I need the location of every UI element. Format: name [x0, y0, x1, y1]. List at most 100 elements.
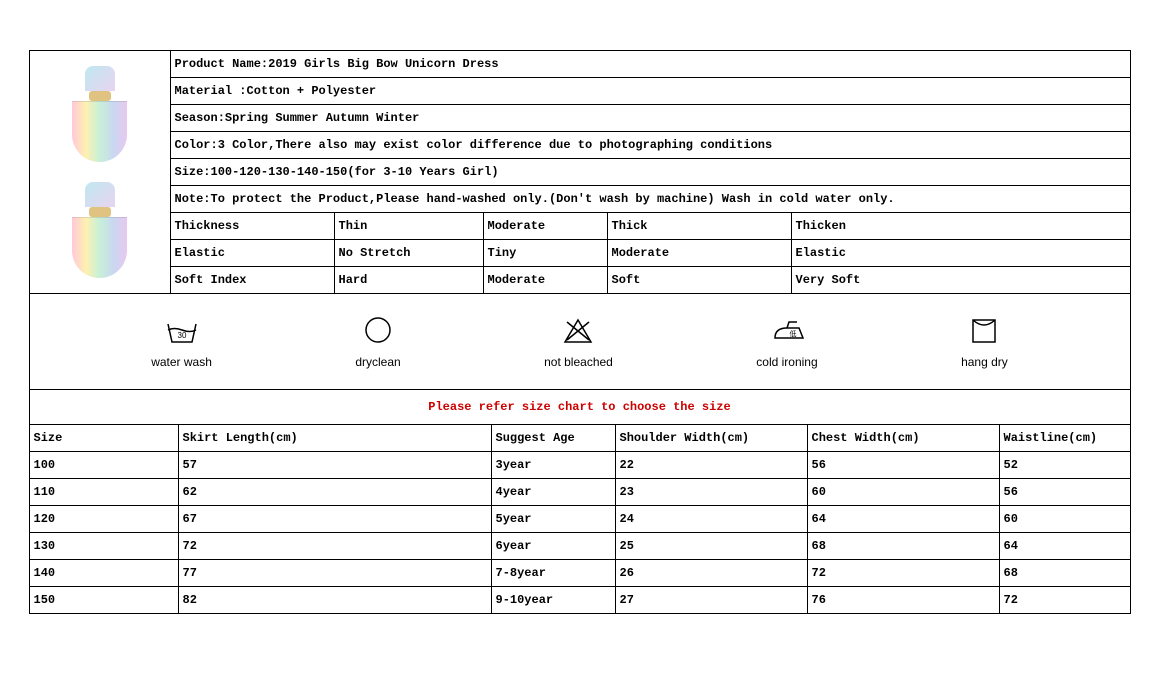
product-info: Product Name:2019 Girls Big Bow Unicorn … — [171, 51, 1130, 293]
size-value: 130 — [30, 533, 179, 559]
attr-value: Thicken — [792, 213, 1130, 239]
hang-icon — [969, 316, 999, 349]
dress-image-2 — [72, 173, 127, 288]
header-waist: Waistline(cm) — [1000, 425, 1130, 451]
waist-value: 72 — [1000, 587, 1130, 613]
size-row: 100573year225652 — [30, 452, 1130, 479]
shoulder-value: 26 — [616, 560, 808, 586]
chest-value: 56 — [808, 452, 1000, 478]
top-section: Product Name:2019 Girls Big Bow Unicorn … — [30, 51, 1130, 294]
attr-value: Tiny — [484, 240, 608, 266]
care-label: water wash — [151, 355, 212, 369]
size-value: 120 — [30, 506, 179, 532]
size-header-row: Size Skirt Length(cm) Suggest Age Should… — [30, 425, 1130, 452]
chest-value: 76 — [808, 587, 1000, 613]
care-item-iron: 低 cold ironing — [756, 318, 817, 369]
wash-icon: 30 — [164, 318, 200, 349]
shoulder-value: 24 — [616, 506, 808, 532]
attr-value: Moderate — [484, 213, 608, 239]
skirt-length-value: 62 — [179, 479, 492, 505]
size-row: 110624year236056 — [30, 479, 1130, 506]
attr-row: ElasticNo StretchTinyModerateElastic — [171, 240, 1130, 267]
attr-row: ThicknessThinModerateThickThicken — [171, 213, 1130, 240]
age-value: 4year — [492, 479, 616, 505]
attr-row: Soft IndexHardModerateSoftVery Soft — [171, 267, 1130, 293]
care-label: cold ironing — [756, 355, 817, 369]
size-row: 150829-10year277672 — [30, 587, 1130, 613]
size-row: 120675year246460 — [30, 506, 1130, 533]
shoulder-value: 22 — [616, 452, 808, 478]
product-material: Material :Cotton + Polyester — [171, 78, 1130, 105]
header-size: Size — [30, 425, 179, 451]
care-item-dryclean: dryclean — [355, 314, 400, 369]
svg-text:低: 低 — [789, 329, 796, 338]
care-item-wash: 30 water wash — [151, 318, 212, 369]
age-value: 3year — [492, 452, 616, 478]
shoulder-value: 23 — [616, 479, 808, 505]
waist-value: 56 — [1000, 479, 1130, 505]
care-item-hang: hang dry — [961, 316, 1008, 369]
svg-text:30: 30 — [177, 331, 186, 340]
header-skirt-length: Skirt Length(cm) — [179, 425, 492, 451]
product-name: Product Name:2019 Girls Big Bow Unicorn … — [171, 51, 1130, 78]
size-chart-heading: Please refer size chart to choose the si… — [30, 390, 1130, 425]
product-season: Season:Spring Summer Autumn Winter — [171, 105, 1130, 132]
size-row: 130726year256864 — [30, 533, 1130, 560]
attr-value: Hard — [335, 267, 484, 293]
size-value: 100 — [30, 452, 179, 478]
header-suggest-age: Suggest Age — [492, 425, 616, 451]
attr-value: Thin — [335, 213, 484, 239]
attr-value: Elastic — [792, 240, 1130, 266]
care-instructions: 30 water wash dryclean not bleached 低 cold ir… — [30, 294, 1130, 390]
chest-value: 60 — [808, 479, 1000, 505]
size-value: 110 — [30, 479, 179, 505]
product-image-cell — [30, 51, 171, 293]
waist-value: 64 — [1000, 533, 1130, 559]
bleach-icon — [561, 316, 595, 349]
chest-value: 64 — [808, 506, 1000, 532]
skirt-length-value: 82 — [179, 587, 492, 613]
shoulder-value: 25 — [616, 533, 808, 559]
attr-label: Soft Index — [171, 267, 335, 293]
shoulder-value: 27 — [616, 587, 808, 613]
skirt-length-value: 72 — [179, 533, 492, 559]
iron-icon: 低 — [767, 318, 807, 349]
attr-value: Moderate — [608, 240, 792, 266]
attr-value: Soft — [608, 267, 792, 293]
attr-label: Elastic — [171, 240, 335, 266]
age-value: 7-8year — [492, 560, 616, 586]
dryclean-icon — [362, 314, 394, 349]
attr-value: Moderate — [484, 267, 608, 293]
attr-value: Very Soft — [792, 267, 1130, 293]
skirt-length-value: 57 — [179, 452, 492, 478]
size-value: 150 — [30, 587, 179, 613]
waist-value: 52 — [1000, 452, 1130, 478]
product-color: Color:3 Color,There also may exist color… — [171, 132, 1130, 159]
product-note: Note:To protect the Product,Please hand-… — [171, 186, 1130, 213]
chest-value: 72 — [808, 560, 1000, 586]
header-shoulder: Shoulder Width(cm) — [616, 425, 808, 451]
size-row: 140777-8year267268 — [30, 560, 1130, 587]
chest-value: 68 — [808, 533, 1000, 559]
dress-image-1 — [72, 57, 127, 172]
waist-value: 60 — [1000, 506, 1130, 532]
attr-value: Thick — [608, 213, 792, 239]
product-size: Size:100-120-130-140-150(for 3-10 Years … — [171, 159, 1130, 186]
skirt-length-value: 67 — [179, 506, 492, 532]
care-label: not bleached — [544, 355, 613, 369]
header-chest: Chest Width(cm) — [808, 425, 1000, 451]
product-spec-sheet: Product Name:2019 Girls Big Bow Unicorn … — [29, 50, 1131, 614]
size-value: 140 — [30, 560, 179, 586]
age-value: 5year — [492, 506, 616, 532]
age-value: 9-10year — [492, 587, 616, 613]
care-item-bleach: not bleached — [544, 316, 613, 369]
attribute-table: ThicknessThinModerateThickThickenElastic… — [171, 213, 1130, 293]
skirt-length-value: 77 — [179, 560, 492, 586]
care-label: dryclean — [355, 355, 400, 369]
attr-value: No Stretch — [335, 240, 484, 266]
attr-label: Thickness — [171, 213, 335, 239]
care-label: hang dry — [961, 355, 1008, 369]
waist-value: 68 — [1000, 560, 1130, 586]
age-value: 6year — [492, 533, 616, 559]
size-chart-body: 100573year225652110624year236056120675ye… — [30, 452, 1130, 613]
